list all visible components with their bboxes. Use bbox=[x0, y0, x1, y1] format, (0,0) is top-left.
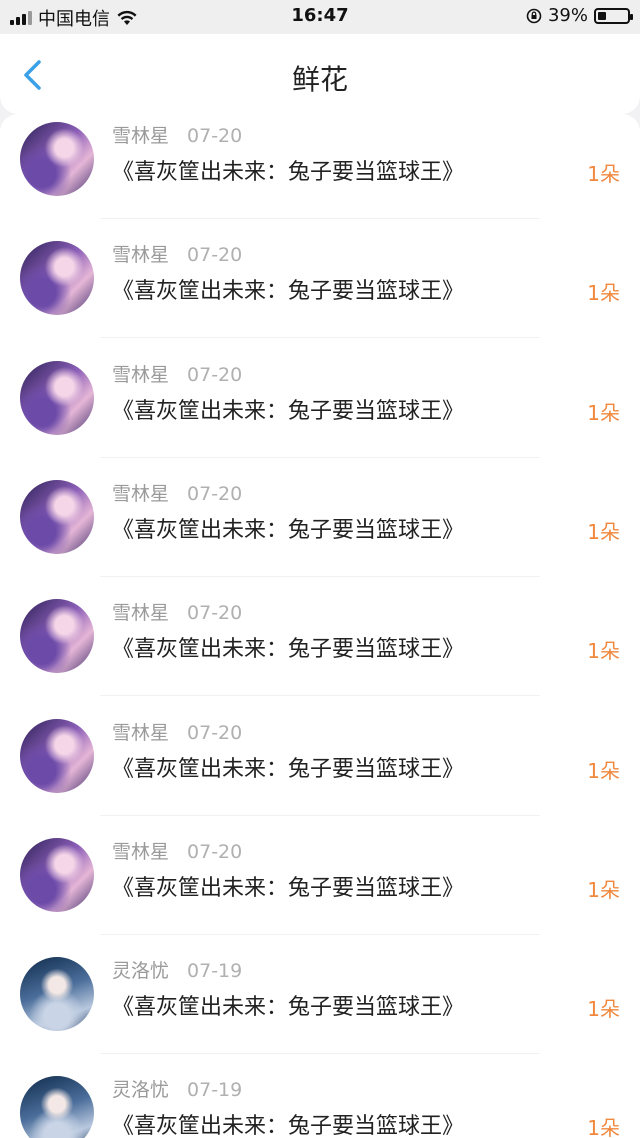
item-meta: 雪林星 07-20 bbox=[112, 718, 242, 745]
book-title: 《喜灰筐出未来：兔子要当篮球王》 bbox=[112, 517, 465, 543]
flower-count: 1朵 bbox=[587, 639, 620, 664]
list-item[interactable]: 灵洛忧 07-19 《喜灰筐出未来：兔子要当篮球王》 1朵 bbox=[0, 935, 640, 1055]
date: 07-19 bbox=[187, 1079, 243, 1102]
list-item[interactable]: 雪林星 07-20 《喜灰筐出未来：兔子要当篮球王》 1朵 bbox=[0, 577, 640, 697]
username: 雪林星 bbox=[112, 602, 170, 625]
book-title: 《喜灰筐出未来：兔子要当篮球王》 bbox=[112, 279, 465, 305]
flower-count: 1朵 bbox=[587, 519, 620, 544]
flower-count: 1朵 bbox=[587, 162, 620, 186]
flower-count: 1朵 bbox=[587, 1116, 620, 1138]
date: 07-20 bbox=[187, 482, 243, 505]
avatar[interactable] bbox=[20, 479, 94, 554]
username: 灵洛忧 bbox=[112, 1079, 170, 1102]
battery-fill bbox=[598, 11, 607, 20]
list-item[interactable]: 雪林星 07-20 《喜灰筐出未来：兔子要当篮球王》 1朵 bbox=[0, 219, 640, 339]
book-title: 《喜灰筐出未来：兔子要当篮球王》 bbox=[112, 160, 465, 185]
item-meta: 雪林星 07-20 bbox=[112, 598, 242, 625]
book-title: 《喜灰筐出未来：兔子要当篮球王》 bbox=[112, 875, 465, 901]
avatar[interactable] bbox=[20, 718, 94, 793]
date: 07-20 bbox=[187, 363, 243, 386]
avatar[interactable] bbox=[20, 360, 94, 435]
username: 雪林星 bbox=[112, 840, 170, 863]
book-title: 《喜灰筐出未来：兔子要当篮球王》 bbox=[112, 398, 465, 424]
avatar[interactable] bbox=[20, 241, 94, 316]
username: 雪林星 bbox=[112, 721, 170, 744]
book-title: 《喜灰筐出未来：兔子要当篮球王》 bbox=[112, 995, 465, 1021]
avatar[interactable] bbox=[20, 957, 94, 1032]
date: 07-19 bbox=[187, 960, 243, 983]
flower-count: 1朵 bbox=[587, 997, 620, 1022]
nav-bar: 鲜花 bbox=[0, 34, 640, 114]
item-meta: 雪林星 07-20 bbox=[112, 479, 242, 506]
avatar[interactable] bbox=[20, 837, 94, 912]
avatar[interactable] bbox=[20, 122, 94, 196]
flower-count: 1朵 bbox=[587, 281, 620, 306]
rotation-lock-icon bbox=[526, 8, 542, 23]
list-item[interactable]: 雪林星 07-20 《喜灰筐出未来：兔子要当篮球王》 1朵 bbox=[0, 816, 640, 935]
item-meta: 雪林星 07-20 bbox=[112, 121, 242, 148]
battery-icon bbox=[594, 7, 633, 24]
item-meta: 雪林星 07-20 bbox=[112, 837, 242, 864]
item-meta: 雪林星 07-20 bbox=[112, 360, 242, 387]
username: 雪林星 bbox=[112, 482, 170, 505]
username: 灵洛忧 bbox=[112, 960, 170, 983]
username: 雪林星 bbox=[112, 244, 170, 267]
date: 07-20 bbox=[187, 840, 243, 863]
book-title: 《喜灰筐出未来：兔子要当篮球王》 bbox=[112, 637, 465, 663]
battery-percent: 39% bbox=[547, 5, 588, 26]
list-item[interactable]: 雪林星 07-20 《喜灰筐出未来：兔子要当篮球王》 1朵 bbox=[0, 697, 640, 816]
flower-record-list[interactable]: 雪林星 07-20 《喜灰筐出未来：兔子要当篮球王》 1朵 雪林星 07-20 《喜灰筐出未… bbox=[0, 114, 640, 1138]
username: 雪林星 bbox=[112, 125, 170, 147]
date: 07-20 bbox=[187, 244, 243, 267]
list-item[interactable]: 灵洛忧 07-19 《喜灰筐出未来：兔子要当篮球王》 1朵 bbox=[0, 1054, 640, 1138]
page-title: 鲜花 bbox=[291, 63, 348, 96]
flower-count: 1朵 bbox=[587, 877, 620, 902]
book-title: 《喜灰筐出未来：兔子要当篮球王》 bbox=[112, 756, 465, 782]
status-right: 39% bbox=[526, 5, 633, 26]
date: 07-20 bbox=[187, 721, 243, 744]
item-meta: 雪林星 07-20 bbox=[112, 240, 242, 267]
item-meta: 灵洛忧 07-19 bbox=[112, 956, 242, 983]
book-title: 《喜灰筐出未来：兔子要当篮球王》 bbox=[112, 1114, 465, 1138]
flower-count: 1朵 bbox=[587, 758, 620, 783]
list-item[interactable]: 雪林星 07-20 《喜灰筐出未来：兔子要当篮球王》 1朵 bbox=[0, 339, 640, 458]
status-bar: 中国电信 16:47 39% bbox=[0, 0, 640, 34]
avatar[interactable] bbox=[20, 1076, 94, 1138]
flower-count: 1朵 bbox=[587, 400, 620, 425]
username: 雪林星 bbox=[112, 363, 170, 386]
item-meta: 灵洛忧 07-19 bbox=[112, 1075, 242, 1102]
date: 07-20 bbox=[187, 125, 243, 147]
avatar[interactable] bbox=[20, 599, 94, 674]
list-item[interactable]: 雪林星 07-20 《喜灰筐出未来：兔子要当篮球王》 1朵 bbox=[0, 458, 640, 577]
list-item[interactable]: 雪林星 07-20 《喜灰筐出未来：兔子要当篮球王》 1朵 bbox=[0, 114, 640, 219]
date: 07-20 bbox=[187, 602, 243, 625]
